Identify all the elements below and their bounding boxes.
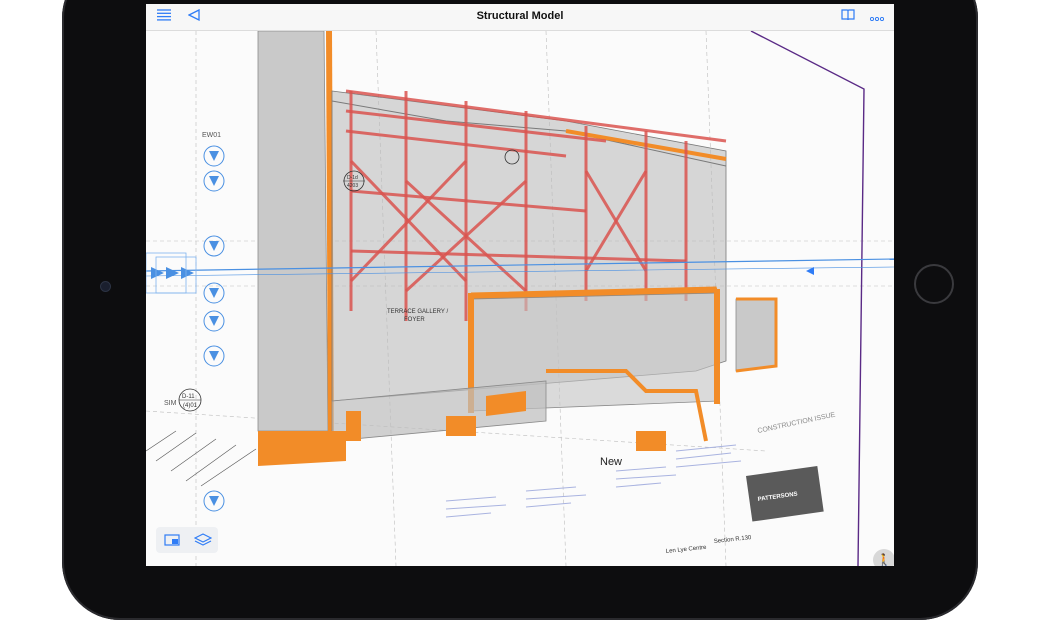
new-label: New	[600, 456, 623, 468]
gallery-label-1: TERRACE GALLERY /	[387, 309, 448, 315]
project-label: Len Lye Centre	[666, 545, 708, 555]
layers-icon[interactable]	[193, 532, 213, 548]
section-tag-top-2: D-1d	[347, 175, 358, 181]
nav-bar: Structural Model	[146, 4, 894, 31]
front-camera	[100, 281, 111, 292]
foundation-right	[636, 431, 666, 451]
model-viewport[interactable]: EW01 SIM D-11 (4)01 D-1d 4203 TERRACE GA…	[146, 31, 894, 566]
sim-tag: SIM	[164, 400, 177, 407]
section-tag-top: D-11	[182, 394, 195, 400]
foundation-mid	[446, 416, 476, 436]
ew-tag: EW01	[202, 132, 221, 139]
section-tag-bottom-2: 4203	[347, 183, 358, 189]
section-markers	[203, 145, 225, 512]
section-ref-label: Section R.130	[714, 535, 753, 545]
page-title: Structural Model	[476, 10, 564, 22]
construction-issue-label: CONSTRUCTION ISSUE	[757, 412, 836, 435]
right-annex	[735, 298, 777, 372]
book-icon[interactable]	[838, 7, 858, 27]
walk-person-icon[interactable]: 🚶	[873, 549, 894, 566]
ground-hatch	[146, 430, 257, 487]
more-icon[interactable]	[867, 7, 887, 27]
section-arrows	[151, 151, 219, 506]
structural-model-drawing: EW01 SIM D-11 (4)01 D-1d 4203 TERRACE GA…	[146, 31, 894, 566]
app-screen: Structural Model EW01 SIM D-11 (4)01 D-1…	[146, 4, 894, 566]
gallery-label-2: FOYER	[404, 317, 425, 323]
sheet-view-icon[interactable]	[162, 532, 182, 548]
title-block: PATTERSONS Len Lye Centre Section R.130	[666, 465, 824, 555]
left-wall	[257, 31, 329, 432]
spec-text-lines	[445, 444, 742, 518]
bottom-toolbar	[156, 527, 218, 553]
home-button[interactable]	[914, 264, 954, 304]
section-tag-bottom: (4)01	[183, 403, 198, 409]
